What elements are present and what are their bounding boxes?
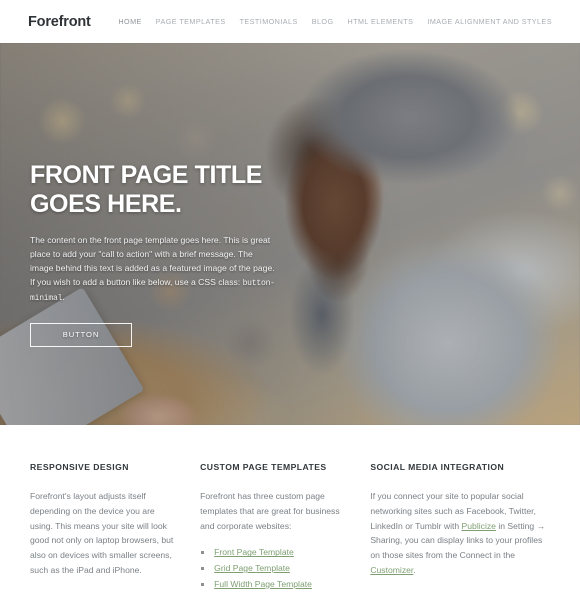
- site-header: Forefront HOME PAGE TEMPLATES TESTIMONIA…: [0, 0, 580, 43]
- list-item: Grid Page Template: [200, 561, 346, 576]
- hero-paragraph-tail: .: [62, 291, 65, 302]
- feature-heading-responsive-design: RESPONSIVE DESIGN: [30, 462, 129, 472]
- hero-paragraph-text: The content on the front page template g…: [30, 235, 275, 287]
- link-customizer[interactable]: Customizer: [370, 565, 413, 575]
- social-body-part-3: .: [413, 564, 416, 575]
- hero-section: FRONT PAGE TITLE GOES HERE. The content …: [0, 43, 580, 425]
- hero-title: FRONT PAGE TITLE GOES HERE.: [30, 161, 292, 218]
- list-item: Full Width Page Template: [200, 577, 346, 592]
- feature-body-custom-page-templates: Forefront has three custom page template…: [200, 491, 340, 531]
- link-grid-page-template[interactable]: Grid Page Template: [214, 563, 290, 573]
- hero-paragraph: The content on the front page template g…: [30, 234, 278, 306]
- hero-cta-button[interactable]: BUTTON: [30, 322, 132, 347]
- hero-title-line-1: FRONT PAGE TITLE: [30, 161, 263, 189]
- link-full-width-page-template[interactable]: Full Width Page Template: [214, 579, 312, 589]
- feature-heading-social-media-integration: SOCIAL MEDIA INTEGRATION: [370, 462, 505, 472]
- nav-item-page-templates[interactable]: PAGE TEMPLATES: [156, 17, 226, 26]
- feature-column-social-media-integration: SOCIAL MEDIA INTEGRATION If you connect …: [370, 462, 554, 593]
- nav-item-image-alignment-and-styles[interactable]: IMAGE ALIGNMENT AND STYLES: [427, 17, 552, 26]
- main-navigation: HOME PAGE TEMPLATES TESTIMONIALS BLOG HT…: [118, 17, 554, 26]
- page-root: Forefront HOME PAGE TEMPLATES TESTIMONIA…: [0, 0, 580, 594]
- nav-item-testimonials[interactable]: TESTIMONIALS: [240, 17, 298, 26]
- hero-title-line-2: GOES HERE.: [30, 189, 182, 218]
- link-front-page-template[interactable]: Front Page Template: [214, 547, 294, 557]
- hero-content: FRONT PAGE TITLE GOES HERE. The content …: [30, 161, 292, 347]
- link-publicize[interactable]: Publicize: [462, 521, 496, 531]
- feature-body-responsive-design: Forefront's layout adjusts itself depend…: [30, 491, 174, 575]
- feature-body-social-media-integration: If you connect your site to popular soci…: [370, 489, 554, 578]
- feature-heading-custom-page-templates: CUSTOM PAGE TEMPLATES: [200, 462, 327, 472]
- feature-column-custom-page-templates: CUSTOM PAGE TEMPLATES Forefront has thre…: [200, 462, 370, 593]
- site-logo[interactable]: Forefront: [28, 14, 91, 30]
- list-item: Front Page Template: [200, 545, 346, 560]
- nav-item-home[interactable]: HOME: [118, 17, 141, 26]
- feature-column-responsive-design: RESPONSIVE DESIGN Forefront's layout adj…: [30, 462, 200, 593]
- nav-item-blog[interactable]: BLOG: [312, 17, 334, 26]
- features-section: RESPONSIVE DESIGN Forefront's layout adj…: [0, 425, 580, 593]
- page-template-link-list: Front Page Template Grid Page Template F…: [200, 545, 346, 591]
- nav-item-html-elements[interactable]: HTML ELEMENTS: [348, 17, 414, 26]
